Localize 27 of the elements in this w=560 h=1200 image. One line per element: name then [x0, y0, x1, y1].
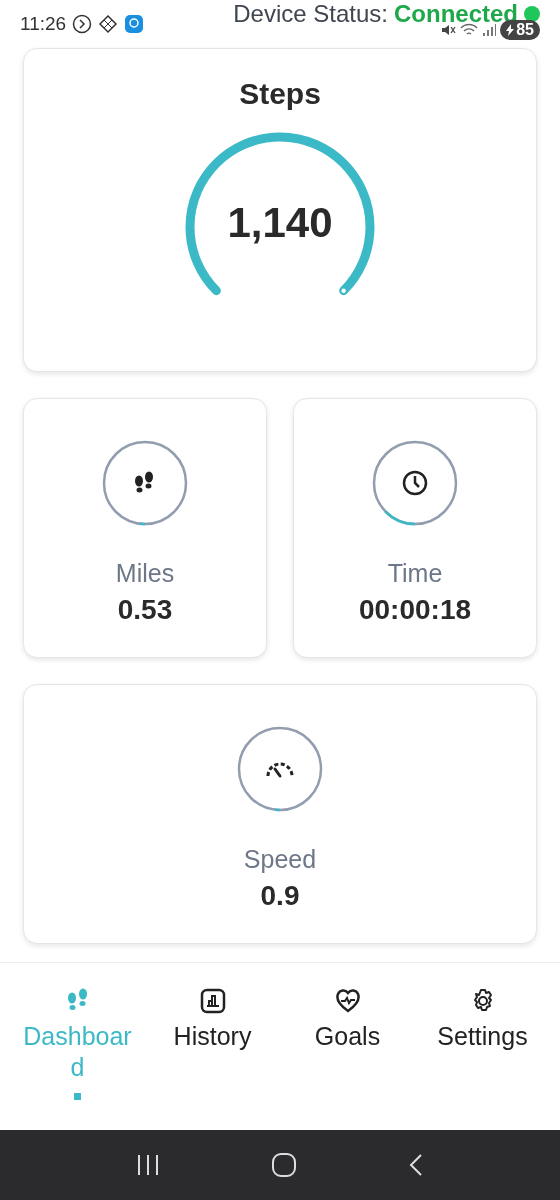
nav-tab[interactable]: History [152, 987, 273, 1052]
metric-value: 0.53 [117, 594, 173, 626]
recent-apps-icon [135, 1154, 160, 1176]
nav-tab[interactable]: Goals [287, 987, 408, 1052]
metric-label: Speed [243, 845, 317, 874]
back-icon [408, 1153, 425, 1177]
card-title: Steps [239, 77, 321, 111]
diamond-grid-icon [98, 14, 119, 34]
home-icon [271, 1152, 297, 1178]
metric-label: Miles [115, 559, 175, 588]
signal-icon [482, 22, 497, 38]
bolt-icon [506, 24, 515, 36]
steps-count: 1,140 [226, 199, 334, 247]
metric-value: 0.9 [260, 880, 300, 912]
battery-indicator: 85 [500, 20, 540, 40]
app-badge-icon [124, 14, 145, 34]
active-indicator [74, 1093, 81, 1100]
clock-icon [400, 468, 430, 498]
mute-icon [440, 22, 457, 38]
nav-tab[interactable]: Settings [422, 987, 543, 1052]
metric-label: Time [387, 559, 443, 588]
heart-pulse-icon [333, 987, 362, 1015]
status-label: Device Status: [233, 0, 388, 28]
bar-chart-icon [198, 987, 227, 1015]
metric-value: 00:00:18 [358, 594, 472, 626]
play-circle-icon [72, 14, 93, 34]
clock-time: 11:26 [20, 13, 67, 35]
